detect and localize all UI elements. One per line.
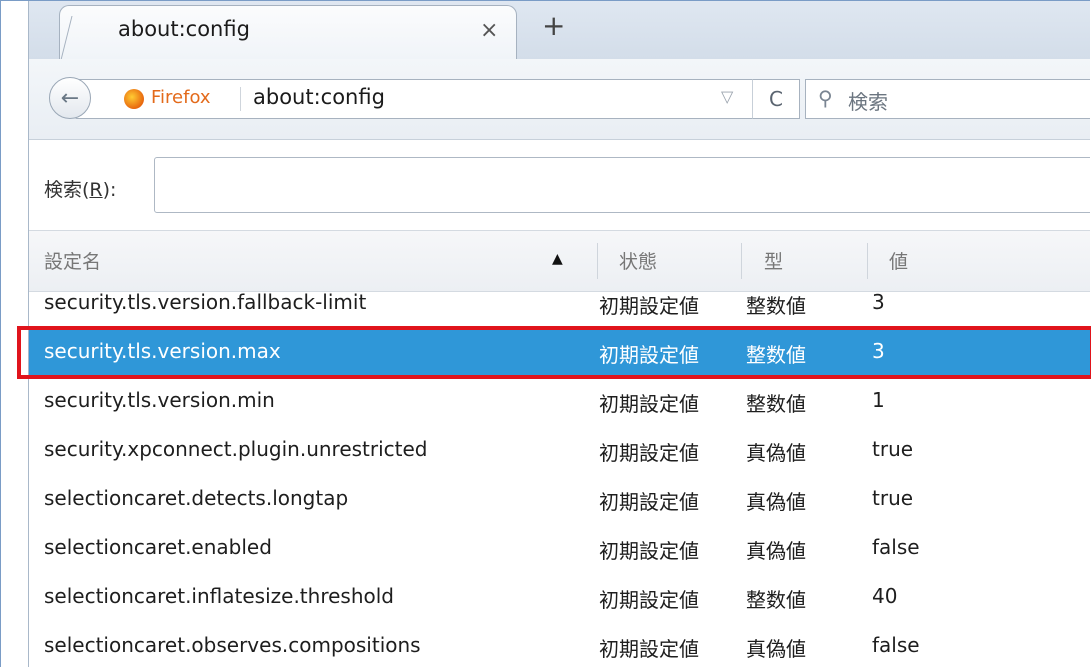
pref-type: 真偽値 (746, 441, 806, 465)
table-row[interactable]: selectioncaret.detects.longtap 初期設定値 真偽値 tr… (29, 474, 1090, 523)
pref-value: true (872, 486, 914, 510)
pref-name: selectioncaret.detects.longtap (44, 486, 349, 510)
url-separator (240, 87, 241, 111)
pref-status: 初期設定値 (599, 637, 699, 661)
sort-ascending-icon: ▲ (552, 251, 563, 267)
pref-value: 3 (872, 339, 885, 363)
navigation-bar: Firefox about:config ▽ ← C ⚲ 検索 (29, 59, 1090, 140)
pref-status: 初期設定値 (599, 343, 699, 367)
pref-value: false (872, 633, 920, 657)
pref-name: selectioncaret.enabled (44, 535, 272, 559)
config-search-label-suffix: ): (102, 179, 117, 201)
pref-type: 整数値 (746, 294, 806, 318)
new-tab-button[interactable]: + (542, 9, 565, 42)
pref-status: 初期設定値 (599, 392, 699, 416)
pref-status: 初期設定値 (599, 539, 699, 563)
column-divider[interactable] (741, 243, 742, 279)
column-header-type[interactable]: 型 (764, 247, 783, 274)
pref-value: false (872, 535, 920, 559)
firefox-logo-icon (124, 89, 144, 109)
identity-label: Firefox (151, 87, 211, 108)
tab-title: about:config (118, 17, 250, 41)
column-divider[interactable] (867, 243, 868, 279)
pref-name: selectioncaret.observes.compositions (44, 633, 421, 657)
browser-window: about:config × + Firefox about:config ▽ … (28, 1, 1090, 667)
history-dropmarker-icon[interactable]: ▽ (721, 87, 733, 106)
preferences-list: security.tls.version.fallback-limit 初期設定値… (29, 290, 1090, 667)
table-row[interactable]: security.tls.version.min 初期設定値 整数値 1 (29, 376, 1090, 425)
tab-strip: about:config × + (29, 1, 1090, 60)
screenshot-frame: about:config × + Firefox about:config ▽ … (0, 0, 1090, 667)
column-header-name[interactable]: 設定名 (44, 247, 101, 274)
magnifier-icon: ⚲ (818, 86, 833, 110)
pref-type: 真偽値 (746, 539, 806, 563)
back-arrow-icon: ← (60, 85, 80, 111)
pref-type: 真偽値 (746, 637, 806, 661)
pref-status: 初期設定値 (599, 490, 699, 514)
column-header-status[interactable]: 状態 (619, 247, 657, 274)
tab-close-icon[interactable]: × (480, 18, 498, 43)
pref-name: security.tls.version.fallback-limit (44, 290, 367, 314)
table-row[interactable]: security.xpconnect.plugin.unrestricted 初期… (29, 425, 1090, 474)
config-search-label-prefix: 検索( (44, 179, 90, 201)
url-bar[interactable]: Firefox about:config ▽ (75, 79, 754, 119)
search-placeholder: 検索 (848, 90, 888, 114)
pref-type: 整数値 (746, 588, 806, 612)
pref-name: security.xpconnect.plugin.unrestricted (44, 437, 428, 461)
column-header-value[interactable]: 値 (889, 247, 908, 274)
config-search-input[interactable] (154, 157, 1090, 213)
pref-name: security.tls.version.max (44, 339, 281, 363)
back-button[interactable]: ← (49, 77, 91, 119)
config-search-accesskey: R (89, 179, 103, 201)
pref-type: 真偽値 (746, 490, 806, 514)
pref-name: security.tls.version.min (44, 388, 275, 412)
url-text[interactable]: about:config (253, 85, 385, 109)
pref-value: 1 (872, 388, 885, 412)
table-row[interactable]: selectioncaret.inflatesize.threshold 初期設定… (29, 572, 1090, 621)
table-row[interactable]: selectioncaret.observes.compositions 初期設定… (29, 621, 1090, 667)
tab-about-config[interactable]: about:config × (59, 5, 517, 60)
pref-type: 整数値 (746, 343, 806, 367)
pref-name: selectioncaret.inflatesize.threshold (44, 584, 394, 608)
table-row[interactable]: security.tls.version.fallback-limit 初期設定値… (29, 278, 1090, 327)
config-search-label: 検索(R): (44, 175, 116, 202)
pref-status: 初期設定値 (599, 588, 699, 612)
config-search-row: 検索(R): (29, 140, 1090, 230)
pref-value: 40 (872, 584, 898, 608)
reload-button[interactable]: C (752, 79, 800, 119)
table-row[interactable]: security.tls.version.max 初期設定値 整数値 3 (29, 327, 1090, 376)
pref-status: 初期設定値 (599, 441, 699, 465)
pref-status: 初期設定値 (599, 294, 699, 318)
web-search-box[interactable]: ⚲ 検索 (805, 79, 1090, 119)
column-divider[interactable] (597, 243, 598, 279)
pref-value: true (872, 437, 914, 461)
reload-icon: C (769, 87, 783, 111)
table-row[interactable]: selectioncaret.enabled 初期設定値 真偽値 false (29, 523, 1090, 572)
pref-value: 3 (872, 290, 885, 314)
pref-type: 整数値 (746, 392, 806, 416)
